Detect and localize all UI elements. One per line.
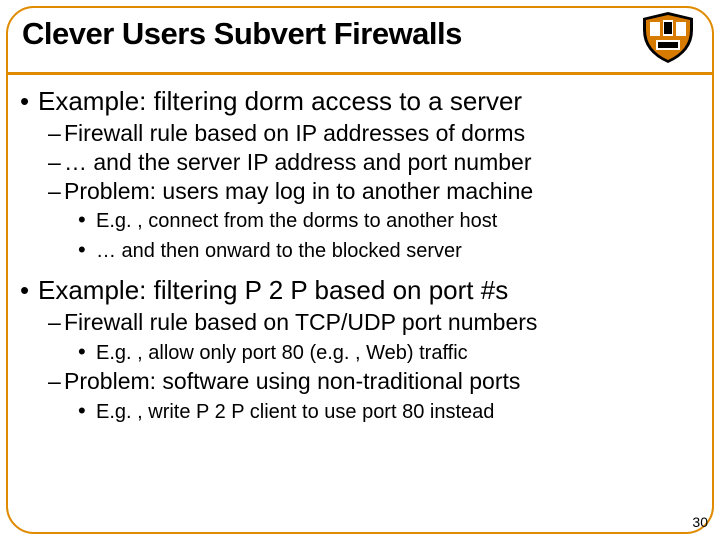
dash-icon: – [48,308,64,337]
bullet-level2: –Problem: users may log in to another ma… [48,177,700,206]
bullet-level2: –Problem: software using non-traditional… [48,367,700,396]
bullet-text: … and then onward to the blocked server [96,240,462,262]
bullet-level1: •Example: filtering dorm access to a ser… [20,86,700,117]
bullet-text: Problem: users may log in to another mac… [64,178,533,204]
bullet-text: Firewall rule based on IP addresses of d… [64,120,525,146]
dot-icon: • [78,396,96,426]
bullet-level2: –Firewall rule based on IP addresses of … [48,119,700,148]
dash-icon: – [48,177,64,206]
bullet-text: E.g. , connect from the dorms to another… [96,210,497,232]
bullet-level3: •E.g. , allow only port 80 (e.g. , Web) … [78,337,700,367]
dot-icon: • [78,337,96,367]
bullet-level1: •Example: filtering P 2 P based on port … [20,275,700,306]
dot-icon: • [78,235,96,265]
slide-content: •Example: filtering dorm access to a ser… [20,84,700,426]
page-number: 30 [692,514,708,530]
bullet-text: Example: filtering P 2 P based on port #… [38,275,508,305]
bullet-level2: –… and the server IP address and port nu… [48,148,700,177]
bullet-text: Problem: software using non-traditional … [64,368,520,394]
bullet-level2: –Firewall rule based on TCP/UDP port num… [48,308,700,337]
dash-icon: – [48,367,64,396]
university-crest-icon [638,10,698,65]
slide-title: Clever Users Subvert Firewalls [22,16,698,52]
bullet-text: Example: filtering dorm access to a serv… [38,86,522,116]
bullet-text: E.g. , allow only port 80 (e.g. , Web) t… [96,342,468,364]
bullet-level3: •E.g. , write P 2 P client to use port 8… [78,396,700,426]
title-bar: Clever Users Subvert Firewalls [0,12,720,60]
bullet-text: Firewall rule based on TCP/UDP port numb… [64,309,537,335]
bullet-icon: • [20,86,38,117]
bullet-text: E.g. , write P 2 P client to use port 80… [96,401,494,423]
dash-icon: – [48,148,64,177]
dash-icon: – [48,119,64,148]
bullet-text: … and the server IP address and port num… [64,149,532,175]
bullet-level3: •… and then onward to the blocked server [78,235,700,265]
bullet-icon: • [20,275,38,306]
dot-icon: • [78,205,96,235]
bullet-level3: •E.g. , connect from the dorms to anothe… [78,205,700,235]
title-underline [8,72,712,75]
